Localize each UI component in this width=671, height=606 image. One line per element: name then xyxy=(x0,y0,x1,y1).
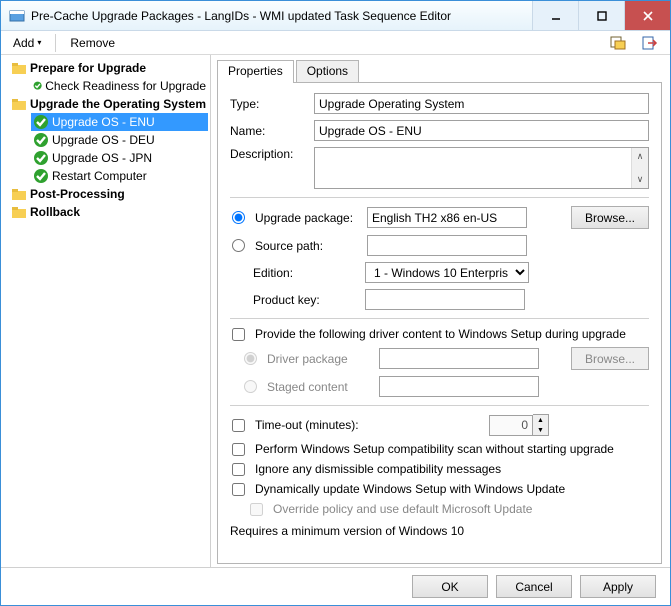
requires-note: Requires a minimum version of Windows 10 xyxy=(230,524,464,538)
tree-label: Upgrade OS - ENU xyxy=(52,115,155,129)
tab-properties[interactable]: Properties xyxy=(217,60,294,83)
ok-button[interactable]: OK xyxy=(412,575,488,598)
edition-select[interactable]: 1 - Windows 10 Enterprise xyxy=(365,262,529,283)
spinner-down-icon: ▼ xyxy=(533,425,548,435)
edition-label: Edition: xyxy=(253,266,361,280)
close-button[interactable] xyxy=(624,1,670,30)
name-field[interactable] xyxy=(314,120,649,141)
type-field xyxy=(314,93,649,114)
window-title: Pre-Cache Upgrade Packages - LangIDs - W… xyxy=(31,9,532,23)
tree-label: Restart Computer xyxy=(52,169,147,183)
dropdown-icon: ▾ xyxy=(37,38,41,47)
driver-content-label: Provide the following driver content to … xyxy=(255,327,626,341)
name-label: Name: xyxy=(230,124,310,138)
divider xyxy=(230,318,649,319)
step-upgrade-deu[interactable]: Upgrade OS - DEU xyxy=(31,131,208,149)
remove-label: Remove xyxy=(70,36,115,50)
type-label: Type: xyxy=(230,97,310,111)
timeout-label: Time-out (minutes): xyxy=(255,418,485,432)
group-upgrade-os[interactable]: Upgrade the Operating System xyxy=(3,95,208,113)
description-label: Description: xyxy=(230,147,310,161)
task-tree[interactable]: Prepare for Upgrade Check Readiness for … xyxy=(1,55,211,567)
titlebar: Pre-Cache Upgrade Packages - LangIDs - W… xyxy=(1,1,670,31)
spinner-up-icon: ▲ xyxy=(533,415,548,425)
product-key-label: Product key: xyxy=(253,293,361,307)
toolbar: Add ▾ Remove xyxy=(1,31,670,55)
properties-panel: Properties Options Type: Name: Descripti… xyxy=(211,55,670,567)
add-button[interactable]: Add ▾ xyxy=(7,34,47,52)
upgrade-package-radio[interactable] xyxy=(232,211,245,224)
minimize-button[interactable] xyxy=(532,1,578,30)
folder-icon xyxy=(11,60,27,76)
tree-label: Upgrade OS - DEU xyxy=(52,133,155,147)
driver-content-checkbox[interactable] xyxy=(232,328,245,341)
remove-button[interactable]: Remove xyxy=(64,34,121,52)
timeout-field xyxy=(489,415,533,436)
check-icon xyxy=(33,168,49,184)
dyn-update-label: Dynamically update Windows Setup with Wi… xyxy=(255,482,565,496)
ignore-compat-label: Ignore any dismissible compatibility mes… xyxy=(255,462,501,476)
override-policy-label: Override policy and use default Microsof… xyxy=(273,502,532,516)
source-path-label: Source path: xyxy=(255,239,363,253)
driver-package-field xyxy=(379,348,539,369)
browse-upgrade-button[interactable]: Browse... xyxy=(571,206,649,229)
dialog-footer: OK Cancel Apply xyxy=(1,567,670,605)
compat-scan-checkbox[interactable] xyxy=(232,443,245,456)
tree-label: Check Readiness for Upgrade xyxy=(45,79,206,93)
upgrade-package-field xyxy=(367,207,527,228)
override-policy-checkbox xyxy=(250,503,263,516)
folder-icon xyxy=(11,186,27,202)
browse-driver-button: Browse... xyxy=(571,347,649,370)
step-upgrade-enu[interactable]: Upgrade OS - ENU xyxy=(31,113,208,131)
maximize-button[interactable] xyxy=(578,1,624,30)
cancel-button[interactable]: Cancel xyxy=(496,575,572,598)
timeout-checkbox[interactable] xyxy=(232,419,245,432)
step-check-readiness[interactable]: Check Readiness for Upgrade xyxy=(31,77,208,95)
scroll-down-icon[interactable]: ∨ xyxy=(632,171,648,188)
tree-label: Rollback xyxy=(30,205,80,219)
product-key-field[interactable] xyxy=(365,289,525,310)
folder-icon xyxy=(11,204,27,220)
check-icon xyxy=(33,150,49,166)
move-out-icon[interactable] xyxy=(636,33,664,53)
divider xyxy=(230,197,649,198)
tree-label: Upgrade OS - JPN xyxy=(52,151,152,165)
staged-content-field xyxy=(379,376,539,397)
app-icon xyxy=(9,8,25,24)
driver-package-label: Driver package xyxy=(267,352,375,366)
tab-label: Options xyxy=(307,64,348,78)
compat-scan-label: Perform Windows Setup compatibility scan… xyxy=(255,442,614,456)
step-upgrade-jpn[interactable]: Upgrade OS - JPN xyxy=(31,149,208,167)
apply-button[interactable]: Apply xyxy=(580,575,656,598)
staged-content-label: Staged content xyxy=(267,380,375,394)
description-field[interactable] xyxy=(315,148,631,188)
driver-package-radio xyxy=(244,352,257,365)
upgrade-package-label: Upgrade package: xyxy=(255,211,363,225)
check-icon xyxy=(33,132,49,148)
check-icon xyxy=(33,78,42,94)
tree-label: Upgrade the Operating System xyxy=(30,97,206,111)
source-path-field[interactable] xyxy=(367,235,527,256)
add-label: Add xyxy=(13,36,34,50)
folder-icon xyxy=(11,96,27,112)
source-path-radio[interactable] xyxy=(232,239,245,252)
staged-content-radio xyxy=(244,380,257,393)
group-post-processing[interactable]: Post-Processing xyxy=(3,185,208,203)
new-group-icon[interactable] xyxy=(604,33,632,53)
scrollbar[interactable]: ∧ ∨ xyxy=(631,148,648,188)
group-prepare[interactable]: Prepare for Upgrade xyxy=(3,59,208,77)
group-rollback[interactable]: Rollback xyxy=(3,203,208,221)
divider xyxy=(230,405,649,406)
toolbar-separator xyxy=(55,34,56,52)
tree-label: Prepare for Upgrade xyxy=(30,61,146,75)
tree-label: Post-Processing xyxy=(30,187,125,201)
scroll-up-icon[interactable]: ∧ xyxy=(632,148,648,165)
ignore-compat-checkbox[interactable] xyxy=(232,463,245,476)
check-icon xyxy=(33,114,49,130)
tab-label: Properties xyxy=(228,64,283,78)
step-restart[interactable]: Restart Computer xyxy=(31,167,208,185)
dyn-update-checkbox[interactable] xyxy=(232,483,245,496)
tab-options[interactable]: Options xyxy=(296,60,359,83)
